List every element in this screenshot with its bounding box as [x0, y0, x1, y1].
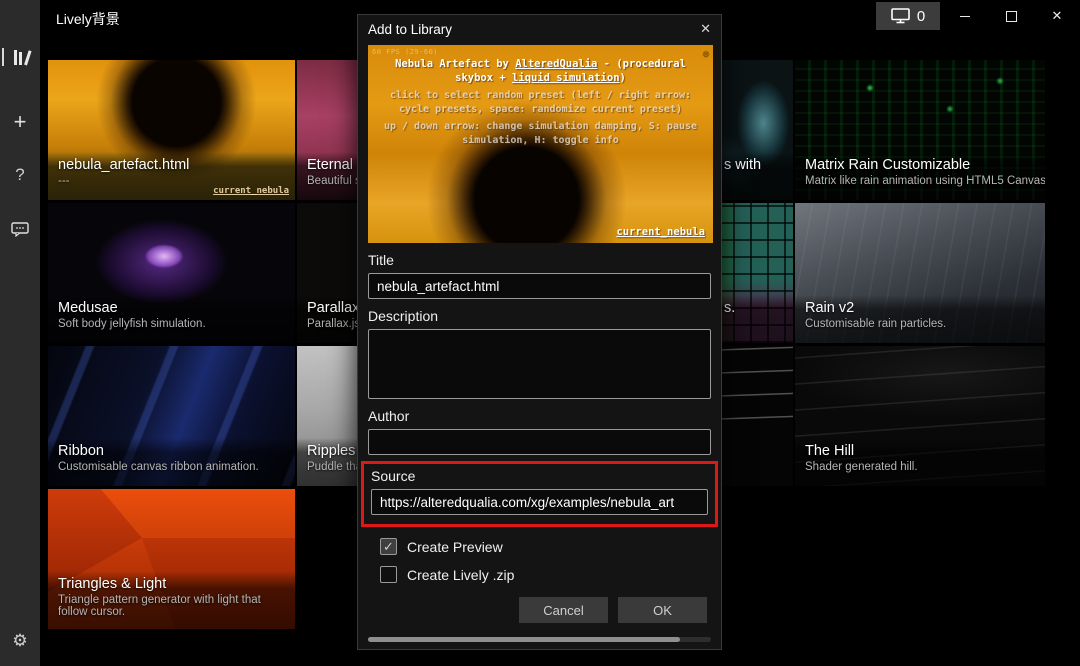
- app-title: Lively背景: [56, 9, 120, 29]
- tile-title: Triangles & Light: [58, 576, 285, 592]
- create-zip-checkbox[interactable]: [380, 566, 397, 583]
- wallpaper-preview: 60 FPS (29-60) ❅ Nebula Artefact by Alte…: [368, 45, 713, 243]
- sidebar-item-add-wallpaper[interactable]: +: [0, 105, 40, 139]
- wallpaper-tile-triangles[interactable]: Triangles & Light Triangle pattern gener…: [48, 489, 295, 629]
- tile-title: Ribbon: [58, 443, 285, 459]
- preview-instructions-1: click to select random preset (left / ri…: [372, 89, 709, 117]
- tile-title: Medusae: [58, 300, 285, 316]
- wallpaper-tile-rain[interactable]: Rain v2 Customisable rain particles.: [795, 203, 1045, 343]
- tile-watermark: current_nebula: [213, 186, 289, 196]
- display-selector-button[interactable]: 0: [876, 2, 940, 30]
- preview-watermark: current_nebula: [616, 226, 705, 238]
- wallpaper-tile-nebula[interactable]: nebula_artefact.html --- current_nebula: [48, 60, 295, 200]
- tile-label: Ribbon Customisable canvas ribbon animat…: [48, 438, 295, 486]
- dialog-close-icon[interactable]: ✕: [700, 21, 711, 37]
- wallpaper-tile-hill[interactable]: The Hill Shader generated hill.: [795, 346, 1045, 486]
- tile-title: Rain v2: [805, 300, 1035, 316]
- monitor-icon: [891, 8, 910, 24]
- create-zip-row[interactable]: Create Lively .zip: [380, 566, 711, 583]
- maximize-icon: [1006, 11, 1017, 22]
- link-liquid-simulation: liquid simulation: [512, 72, 619, 84]
- sidebar-item-settings[interactable]: ⚙: [0, 624, 40, 658]
- close-button[interactable]: ✕: [1034, 0, 1080, 32]
- tile-subtitle: Shader generated hill.: [805, 461, 1035, 473]
- ok-button[interactable]: OK: [618, 597, 707, 623]
- wallpaper-tile-matrix[interactable]: Matrix Rain Customizable Matrix like rai…: [795, 60, 1045, 200]
- minimize-button[interactable]: [942, 0, 988, 32]
- dialog-title: Add to Library: [368, 22, 452, 37]
- sidebar-item-feedback[interactable]: [0, 212, 40, 246]
- tile-subtitle: Triangle pattern generator with light th…: [58, 594, 285, 618]
- help-icon: ?: [15, 165, 24, 185]
- source-input[interactable]: [371, 489, 708, 515]
- tile-label: Medusae Soft body jellyfish simulation.: [48, 295, 295, 343]
- title-label: Title: [368, 252, 711, 268]
- add-to-library-dialog: Add to Library ✕ 60 FPS (29-60) ❅ Nebula…: [357, 14, 722, 650]
- author-input[interactable]: [368, 429, 711, 455]
- dialog-buttons: Cancel OK: [368, 597, 707, 623]
- close-icon: ✕: [1052, 8, 1063, 24]
- create-preview-label: Create Preview: [407, 539, 503, 555]
- author-label: Author: [368, 408, 711, 424]
- dialog-header: Add to Library ✕: [358, 15, 721, 43]
- tile-subtitle: Soft body jellyfish simulation.: [58, 318, 285, 330]
- preview-heading: Nebula Artefact by AlteredQualia - (proc…: [374, 57, 707, 85]
- create-preview-checkbox[interactable]: ✓: [380, 538, 397, 555]
- create-zip-label: Create Lively .zip: [407, 567, 514, 583]
- dialog-horizontal-scrollbar[interactable]: [368, 637, 711, 642]
- snowflake-icon: ❅: [702, 47, 710, 62]
- source-label: Source: [371, 468, 708, 484]
- cancel-button[interactable]: Cancel: [519, 597, 608, 623]
- library-icon: [14, 50, 27, 65]
- tile-subtitle: Customisable rain particles.: [805, 318, 1035, 330]
- tile-label: Matrix Rain Customizable Matrix like rai…: [795, 152, 1045, 200]
- feedback-icon: [11, 222, 29, 237]
- tile-label: Triangles & Light Triangle pattern gener…: [48, 571, 295, 629]
- wallpaper-tile-ribbon[interactable]: Ribbon Customisable canvas ribbon animat…: [48, 346, 295, 486]
- minimize-icon: [960, 16, 970, 17]
- display-count: 0: [917, 8, 925, 25]
- tile-subtitle: Customisable canvas ribbon animation.: [58, 461, 285, 473]
- description-label: Description: [368, 308, 711, 324]
- sidebar-item-help[interactable]: ?: [0, 158, 40, 192]
- source-highlight-box: Source: [361, 461, 718, 527]
- tile-label: The Hill Shader generated hill.: [795, 438, 1045, 486]
- plus-icon: +: [14, 111, 27, 133]
- link-alteredqualia: AlteredQualia: [515, 58, 597, 70]
- maximize-button[interactable]: [988, 0, 1034, 32]
- check-icon: ✓: [383, 539, 394, 555]
- fps-counter: 60 FPS (29-60): [372, 48, 438, 56]
- dialog-body: 60 FPS (29-60) ❅ Nebula Artefact by Alte…: [358, 43, 721, 623]
- wallpaper-tile-medusae[interactable]: Medusae Soft body jellyfish simulation.: [48, 203, 295, 343]
- gear-icon: ⚙: [12, 631, 27, 651]
- tile-title: nebula_artefact.html: [58, 157, 285, 173]
- tile-subtitle: Matrix like rain animation using HTML5 C…: [805, 175, 1035, 187]
- tile-title: Matrix Rain Customizable: [805, 157, 1035, 173]
- tile-label: Rain v2 Customisable rain particles.: [795, 295, 1045, 343]
- sidebar-item-library[interactable]: [0, 40, 40, 74]
- tile-title: The Hill: [805, 443, 1035, 459]
- scrollbar-thumb[interactable]: [368, 637, 680, 642]
- create-preview-row[interactable]: ✓ Create Preview: [380, 538, 711, 555]
- title-input[interactable]: [368, 273, 711, 299]
- sidebar: + ? ⚙: [0, 0, 40, 666]
- description-input[interactable]: [368, 329, 711, 399]
- preview-instructions-2: up / down arrow: change simulation dampi…: [372, 120, 709, 148]
